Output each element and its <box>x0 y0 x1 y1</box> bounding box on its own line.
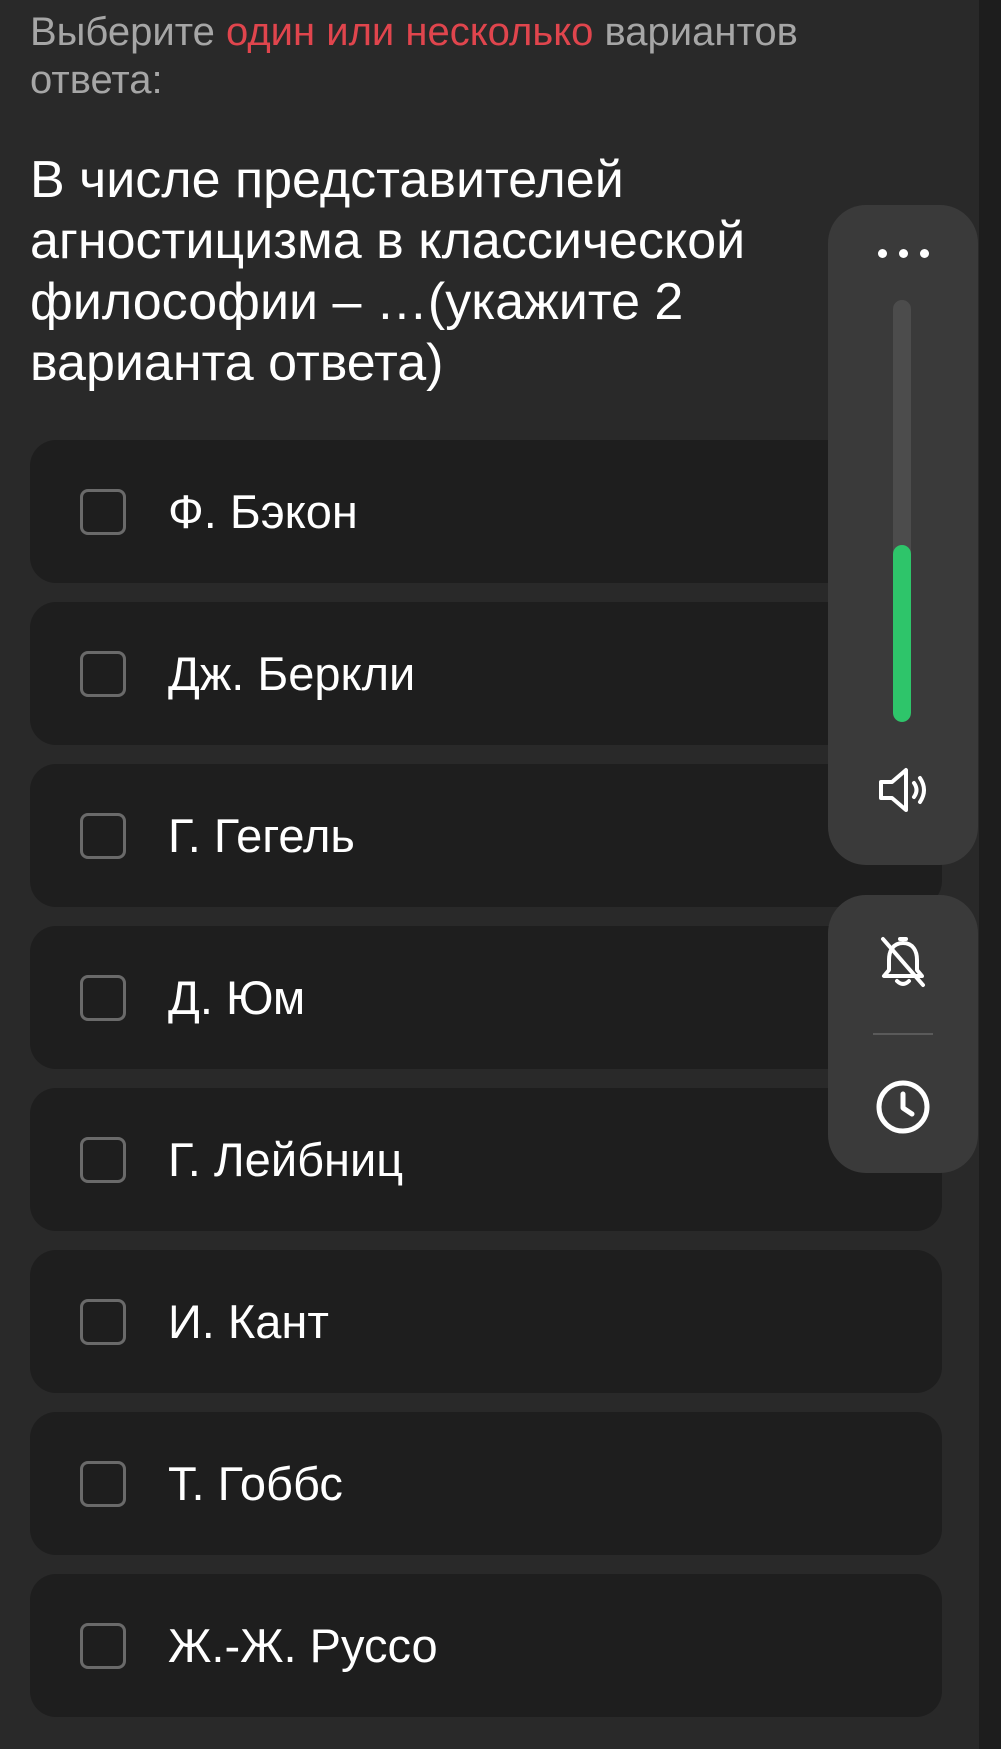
answer-option[interactable]: Дж. Беркли <box>30 602 942 745</box>
instruction-text: Выберите один или несколько вариантов от… <box>30 8 910 104</box>
answer-option-label: Ф. Бэкон <box>168 485 358 538</box>
answer-option-label: Г. Лейбниц <box>168 1133 404 1186</box>
volume-slider[interactable] <box>893 300 911 722</box>
checkbox[interactable] <box>80 974 126 1021</box>
checkbox[interactable] <box>80 1136 126 1183</box>
checkbox[interactable] <box>80 1460 126 1507</box>
checkbox[interactable] <box>80 650 126 697</box>
answer-option-label: Ж.-Ж. Руссо <box>168 1619 438 1672</box>
screen-edge-strip <box>979 0 1001 1749</box>
answer-option-label: Т. Гоббс <box>168 1457 343 1510</box>
speaker-icon[interactable] <box>873 760 933 820</box>
instruction-prefix: Выберите <box>30 10 226 54</box>
answer-option-label: Г. Гегель <box>168 809 355 862</box>
more-horizontal-icon[interactable] <box>828 249 978 269</box>
answer-option[interactable]: Ф. Бэкон <box>30 440 942 583</box>
more-dot <box>877 249 887 258</box>
answer-option[interactable]: Г. Гегель <box>30 764 942 907</box>
bell-off-icon[interactable] <box>873 930 933 990</box>
checkbox[interactable] <box>80 1298 126 1345</box>
question-text: В числе представителей агностицизма в кл… <box>30 151 746 392</box>
checkbox[interactable] <box>80 1622 126 1669</box>
more-dot <box>898 249 908 258</box>
notifications-panel <box>828 895 978 1173</box>
answer-options-list: Ф. Бэкон Дж. Беркли Г. Гегель Д. Юм Г. Л… <box>30 440 942 1736</box>
answer-option[interactable]: И. Кант <box>30 1250 942 1393</box>
answer-option-label: И. Кант <box>168 1295 329 1348</box>
answer-option[interactable]: Т. Гоббс <box>30 1412 942 1555</box>
checkbox[interactable] <box>80 488 126 535</box>
answer-option-label: Дж. Беркли <box>168 647 416 700</box>
panel-divider <box>873 1033 933 1035</box>
checkbox[interactable] <box>80 812 126 859</box>
volume-panel <box>828 205 978 865</box>
volume-slider-fill <box>893 544 911 722</box>
answer-option[interactable]: Г. Лейбниц <box>30 1088 942 1231</box>
answer-option-label: Д. Юм <box>168 971 306 1024</box>
instruction-highlight: один или несколько <box>225 10 594 54</box>
more-dot <box>919 249 929 258</box>
answer-option[interactable]: Д. Юм <box>30 926 942 1069</box>
answer-option[interactable]: Ж.-Ж. Руссо <box>30 1574 942 1717</box>
clock-icon[interactable] <box>873 1077 933 1137</box>
